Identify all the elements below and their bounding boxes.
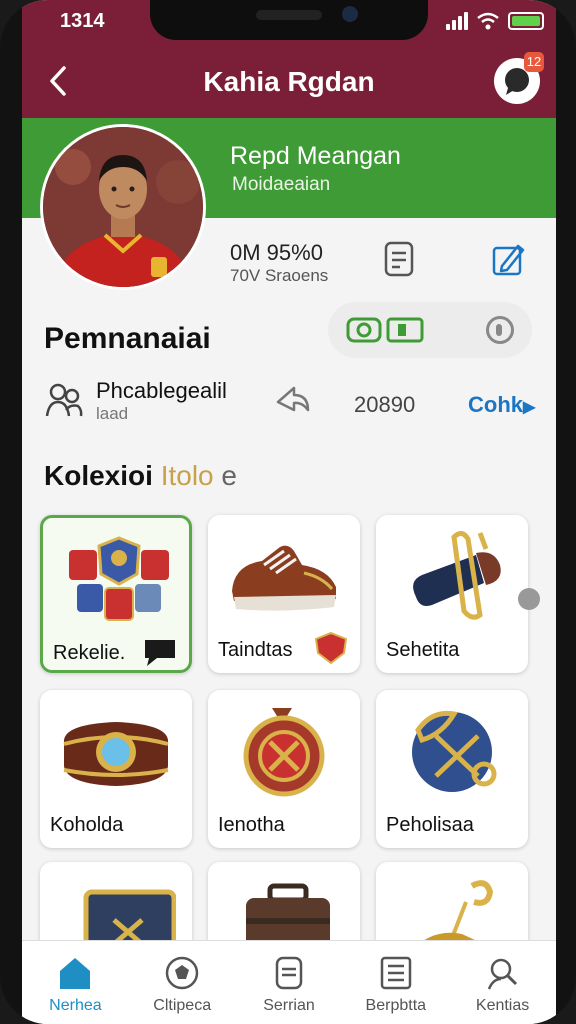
document-icon[interactable] bbox=[382, 240, 416, 278]
collection-card[interactable]: Taindtas bbox=[208, 515, 360, 673]
profile-name: Repd Meangan bbox=[230, 142, 401, 170]
ticket-icon bbox=[346, 317, 424, 343]
collection-card[interactable]: Ienotha bbox=[208, 690, 360, 848]
card-label: Peholisaa bbox=[386, 814, 474, 836]
nav-item-ball[interactable]: Cltipeca bbox=[129, 941, 236, 1024]
nav-item-home[interactable]: Nerhea bbox=[22, 941, 129, 1024]
collection-card[interactable]: Rekelie. bbox=[40, 515, 192, 673]
phone-frame: 1314 Kahia Rgdan 12 Repd Meangan Moidaea… bbox=[0, 0, 576, 1024]
info-icon bbox=[486, 316, 514, 344]
ball-icon bbox=[165, 956, 199, 990]
nav-label: Nerhea bbox=[49, 997, 102, 1014]
card-icon bbox=[275, 956, 303, 990]
card-label: Taindtas bbox=[218, 639, 293, 661]
toggle-pill[interactable] bbox=[328, 302, 532, 358]
item-title: Phcablegealil bbox=[96, 378, 227, 403]
collection-card[interactable]: Peholisaa bbox=[376, 690, 528, 848]
list-icon bbox=[380, 956, 412, 990]
front-camera bbox=[342, 6, 358, 22]
nav-item-list[interactable]: Berpbtta bbox=[342, 941, 449, 1024]
share-icon[interactable] bbox=[274, 380, 312, 420]
stat-label: 70V Sraoens bbox=[230, 266, 329, 285]
profile-icon bbox=[487, 958, 517, 990]
card-label: Koholda bbox=[50, 814, 124, 836]
player-portrait bbox=[43, 127, 203, 287]
medal-icon bbox=[243, 708, 325, 797]
card-label: Rekelie. bbox=[53, 642, 126, 664]
horn-icon bbox=[413, 531, 501, 620]
app-screen: 1314 Kahia Rgdan 12 Repd Meangan Moidaea… bbox=[22, 0, 556, 1024]
camera-notch bbox=[150, 0, 428, 40]
profile-subtitle: Moidaeaian bbox=[232, 174, 331, 195]
chevron-right-icon: ▶ bbox=[523, 399, 536, 416]
collection-title-tail: e bbox=[221, 460, 237, 491]
shield-emblem-icon bbox=[314, 631, 348, 665]
collection-card[interactable]: Sehetita bbox=[376, 515, 528, 673]
nav-label: Kentias bbox=[475, 997, 530, 1014]
status-icons bbox=[446, 12, 544, 30]
stat-value: 0M 95%0 bbox=[230, 240, 323, 265]
nav-label: Serrian bbox=[263, 997, 315, 1014]
battery-icon bbox=[508, 12, 544, 30]
section-title: Pemnanaiai bbox=[44, 322, 211, 355]
status-bar: 1314 bbox=[22, 0, 556, 46]
item-count: 20890 bbox=[354, 392, 416, 417]
player-avatar[interactable] bbox=[40, 124, 206, 290]
collection-title-main: Kolexioi bbox=[44, 460, 153, 491]
edit-icon[interactable] bbox=[490, 240, 526, 278]
collection-title: Kolexioi Itolo e bbox=[44, 460, 237, 492]
globe-emblem-icon bbox=[412, 710, 497, 792]
page-title: Kahia Rgdan bbox=[203, 66, 375, 97]
player-group-icon bbox=[45, 383, 83, 417]
signal-icon bbox=[446, 12, 468, 30]
collection-card[interactable]: Koholda bbox=[40, 690, 192, 848]
badge-cluster-icon bbox=[69, 536, 169, 621]
nav-item-profile[interactable]: Kentias bbox=[449, 941, 556, 1024]
chat-button[interactable]: 12 bbox=[494, 52, 544, 104]
sneaker-icon bbox=[232, 545, 336, 611]
bottom-navigation: Nerhea Cltipeca Serrian Berpbtta Kentias bbox=[22, 940, 556, 1024]
item-subtitle: laad bbox=[96, 404, 129, 423]
card-label: Ienotha bbox=[218, 814, 285, 836]
card-label: Sehetita bbox=[386, 639, 460, 661]
nav-label: Berpbtta bbox=[365, 997, 427, 1014]
app-header: Kahia Rgdan 12 bbox=[22, 46, 556, 118]
gem-bracelet-icon bbox=[63, 722, 169, 786]
status-time: 1314 bbox=[60, 10, 105, 32]
scroll-arrow-icon[interactable] bbox=[518, 588, 540, 610]
item-link[interactable]: Cohk▶ bbox=[468, 392, 535, 418]
chat-bubble-icon[interactable] bbox=[141, 634, 179, 668]
speaker-grille bbox=[256, 10, 322, 20]
item-link-label: Cohk bbox=[468, 392, 523, 417]
nav-item-cards[interactable]: Serrian bbox=[236, 941, 343, 1024]
notification-badge: 12 bbox=[524, 52, 544, 72]
nav-label: Cltipeca bbox=[153, 997, 212, 1014]
home-icon bbox=[60, 958, 91, 989]
wifi-icon bbox=[477, 12, 499, 30]
collection-title-accent: Itolo bbox=[160, 460, 214, 491]
